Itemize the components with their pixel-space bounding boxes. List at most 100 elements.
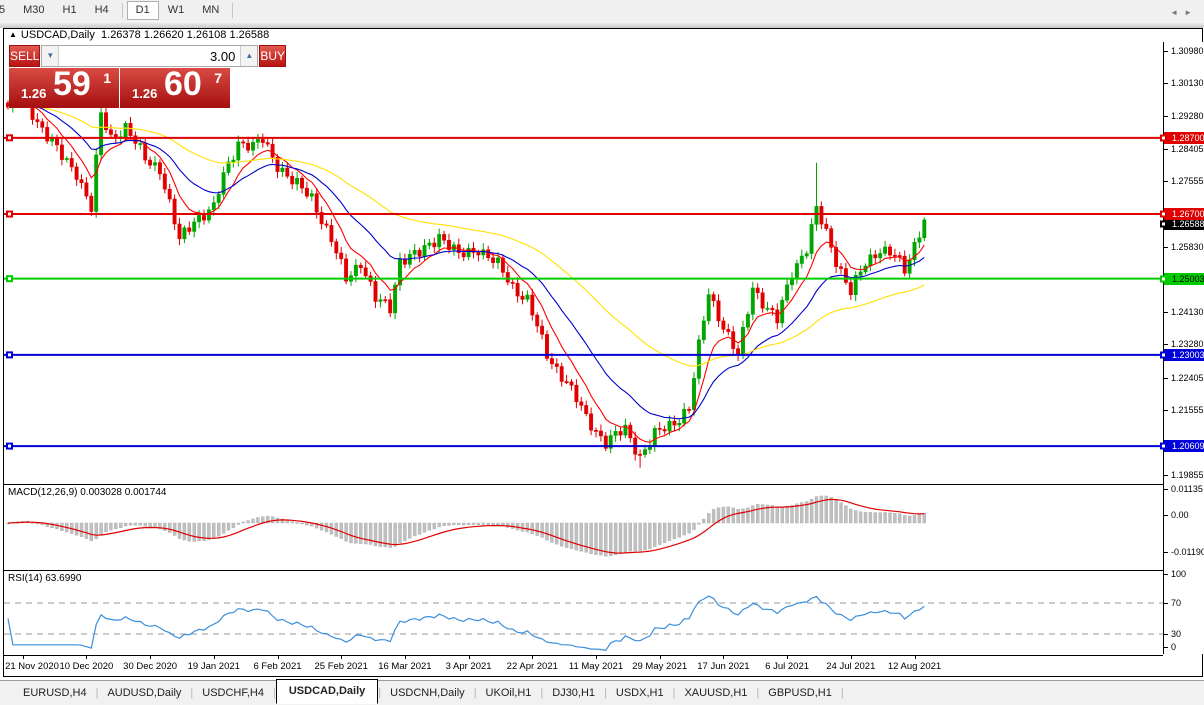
date-label: 22 Apr 2021 bbox=[507, 661, 558, 672]
timeframe-toolbar: 5M30H1H4 D1W1MN bbox=[0, 0, 1204, 21]
chart-window: ▲ USDCAD,Daily 1.26378 1.26620 1.26108 1.… bbox=[3, 28, 1203, 677]
date-tick bbox=[214, 656, 215, 659]
date-label: 24 Jul 2021 bbox=[826, 661, 875, 672]
rsi-pane-canvas[interactable] bbox=[4, 571, 1163, 655]
chart-tab-audusd-daily[interactable]: AUDUSD,Daily bbox=[98, 683, 190, 703]
chart-tab-bar: EURUSD,H4|AUDUSD,Daily|USDCHF,H4|USDCAD,… bbox=[0, 680, 1204, 705]
date-tick bbox=[915, 656, 916, 659]
tab-scroll-right-button[interactable]: ► bbox=[1184, 8, 1198, 17]
date-tick bbox=[150, 656, 151, 659]
chart-tab-dj30-h1[interactable]: DJ30,H1 bbox=[543, 683, 604, 703]
date-tick bbox=[723, 656, 724, 659]
macd-pane-canvas[interactable] bbox=[4, 485, 1163, 570]
date-label: 6 Feb 2021 bbox=[253, 661, 301, 672]
price-axis-tick: 1.22405 bbox=[1164, 373, 1204, 383]
buy-button[interactable]: BUY bbox=[259, 45, 286, 67]
macd-indicator-label: MACD(12,26,9) 0.003028 0.001744 bbox=[8, 487, 166, 498]
line-handle-icon[interactable] bbox=[1160, 134, 1167, 141]
toolbar-separator bbox=[232, 3, 233, 18]
price-axis-tick: 1.19855 bbox=[1164, 470, 1204, 480]
volume-decrease-button[interactable]: ▼ bbox=[42, 46, 59, 66]
date-tick bbox=[787, 656, 788, 659]
date-tick bbox=[278, 656, 279, 659]
date-label: 30 Dec 2020 bbox=[123, 661, 177, 672]
down-arrow-icon: ▼ bbox=[46, 51, 54, 60]
candlesticks bbox=[6, 81, 926, 467]
price-axis-tick: 1.29280 bbox=[1164, 111, 1204, 121]
chart-tab-xauusd-h1[interactable]: XAUUSD,H1 bbox=[675, 683, 756, 703]
date-tick bbox=[23, 656, 24, 659]
rsi-axis-tick: 100 bbox=[1164, 569, 1204, 579]
chart-tab-usdcnh-daily[interactable]: USDCNH,Daily bbox=[381, 683, 474, 703]
sell-button[interactable]: SELL bbox=[9, 45, 40, 67]
level-price-label: 1.20609 bbox=[1164, 440, 1204, 452]
line-handle-icon[interactable] bbox=[1160, 221, 1167, 228]
date-tick bbox=[596, 656, 597, 659]
price-axis-tick: 1.27555 bbox=[1164, 176, 1204, 186]
tab-separator: | bbox=[841, 687, 844, 699]
date-label: 6 Jul 2021 bbox=[765, 661, 809, 672]
sell-price-pips: 59 bbox=[53, 65, 91, 104]
sell-price-figure: 1.26 bbox=[21, 86, 46, 101]
up-arrow-icon: ▲ bbox=[245, 51, 253, 60]
price-axis-tick: 1.23280 bbox=[1164, 339, 1204, 349]
date-tick bbox=[86, 656, 87, 659]
tab-scroll-buttons: ◄► bbox=[1170, 8, 1198, 17]
level-price-label: 1.26700 bbox=[1164, 208, 1204, 220]
price-axis-tick: 1.24130 bbox=[1164, 307, 1204, 317]
volume-increase-button[interactable]: ▲ bbox=[240, 46, 257, 66]
chart-tab-gbpusd-h1[interactable]: GBPUSD,H1 bbox=[759, 683, 841, 703]
price-axis-tick: 1.30980 bbox=[1164, 46, 1204, 56]
tab-scroll-left-button[interactable]: ◄ bbox=[1170, 8, 1184, 17]
chart-tab-eurusd-h4[interactable]: EURUSD,H4 bbox=[14, 683, 96, 703]
date-label: 16 Mar 2021 bbox=[378, 661, 431, 672]
timeframe-button-d1[interactable]: D1 bbox=[127, 1, 159, 20]
timeframe-button-h1[interactable]: H1 bbox=[54, 1, 86, 20]
rsi-axis-tick: 0 bbox=[1164, 642, 1204, 652]
toolbar-separator bbox=[122, 3, 123, 18]
chart-title-ohlc: 1.26378 1.26620 1.26108 1.26588 bbox=[101, 29, 269, 41]
chart-tab-ukoil-h1[interactable]: UKOil,H1 bbox=[477, 683, 541, 703]
date-tick bbox=[660, 656, 661, 659]
sell-price-box[interactable]: 1.26 59 1 bbox=[9, 68, 119, 108]
toolbar-divider bbox=[0, 21, 1204, 28]
chart-title-symbol: USDCAD,Daily bbox=[21, 29, 95, 41]
macd-axis-tick: -0.01190 bbox=[1164, 547, 1204, 557]
date-tick bbox=[851, 656, 852, 659]
chart-tab-usdcad-daily[interactable]: USDCAD,Daily bbox=[276, 679, 378, 704]
line-handle-icon[interactable] bbox=[1160, 351, 1167, 358]
timeframe-button-w1[interactable]: W1 bbox=[159, 1, 194, 20]
one-click-trading-panel: SELL ▼ ▲ BUY 1.26 59 1 1.26 60 7 bbox=[9, 45, 230, 108]
price-axis[interactable]: 1.309801.301301.292801.284051.275551.258… bbox=[1163, 42, 1204, 654]
timeframe-button-mn[interactable]: MN bbox=[193, 1, 228, 20]
buy-price-box[interactable]: 1.26 60 7 bbox=[120, 68, 230, 108]
macd-axis-tick: 0.00 bbox=[1164, 510, 1204, 520]
timeframe-button-5[interactable]: 5 bbox=[0, 1, 14, 20]
line-handle-icon[interactable] bbox=[1160, 275, 1167, 282]
current-price-label: 1.26588 bbox=[1164, 218, 1204, 230]
macd-axis-tick: 0.01135 bbox=[1164, 484, 1204, 494]
volume-input[interactable] bbox=[59, 46, 240, 66]
price-axis-tick: 1.28405 bbox=[1164, 144, 1204, 154]
price-chart-canvas[interactable] bbox=[4, 42, 1163, 484]
chart-plot-area: MACD(12,26,9) 0.003028 0.001744 RSI(14) … bbox=[4, 42, 1163, 654]
date-tick bbox=[532, 656, 533, 659]
collapse-icon[interactable]: ▲ bbox=[9, 30, 17, 39]
date-label: 25 Feb 2021 bbox=[315, 661, 368, 672]
chart-tab-usdx-h1[interactable]: USDX,H1 bbox=[607, 683, 673, 703]
rsi-line bbox=[8, 596, 924, 650]
trading-platform: 5M30H1H4 D1W1MN ▲ USDCAD,Daily 1.26378 1.2… bbox=[0, 0, 1204, 705]
date-axis[interactable]: 21 Nov 202010 Dec 202030 Dec 202019 Jan … bbox=[4, 656, 1163, 678]
price-axis-tick: 1.30130 bbox=[1164, 78, 1204, 88]
level-price-label: 1.25003 bbox=[1164, 273, 1204, 285]
date-tick bbox=[341, 656, 342, 659]
line-handle-icon[interactable] bbox=[1160, 211, 1167, 218]
date-label: 10 Dec 2020 bbox=[59, 661, 113, 672]
chart-tab-usdchf-h4[interactable]: USDCHF,H4 bbox=[193, 683, 273, 703]
line-handle-icon[interactable] bbox=[1160, 443, 1167, 450]
timeframe-button-h4[interactable]: H4 bbox=[86, 1, 118, 20]
horizontal-level-lines bbox=[4, 134, 1163, 449]
sell-price-point: 1 bbox=[103, 70, 111, 86]
timeframe-button-m30[interactable]: M30 bbox=[14, 1, 53, 20]
rsi-axis-tick: 70 bbox=[1164, 598, 1204, 608]
